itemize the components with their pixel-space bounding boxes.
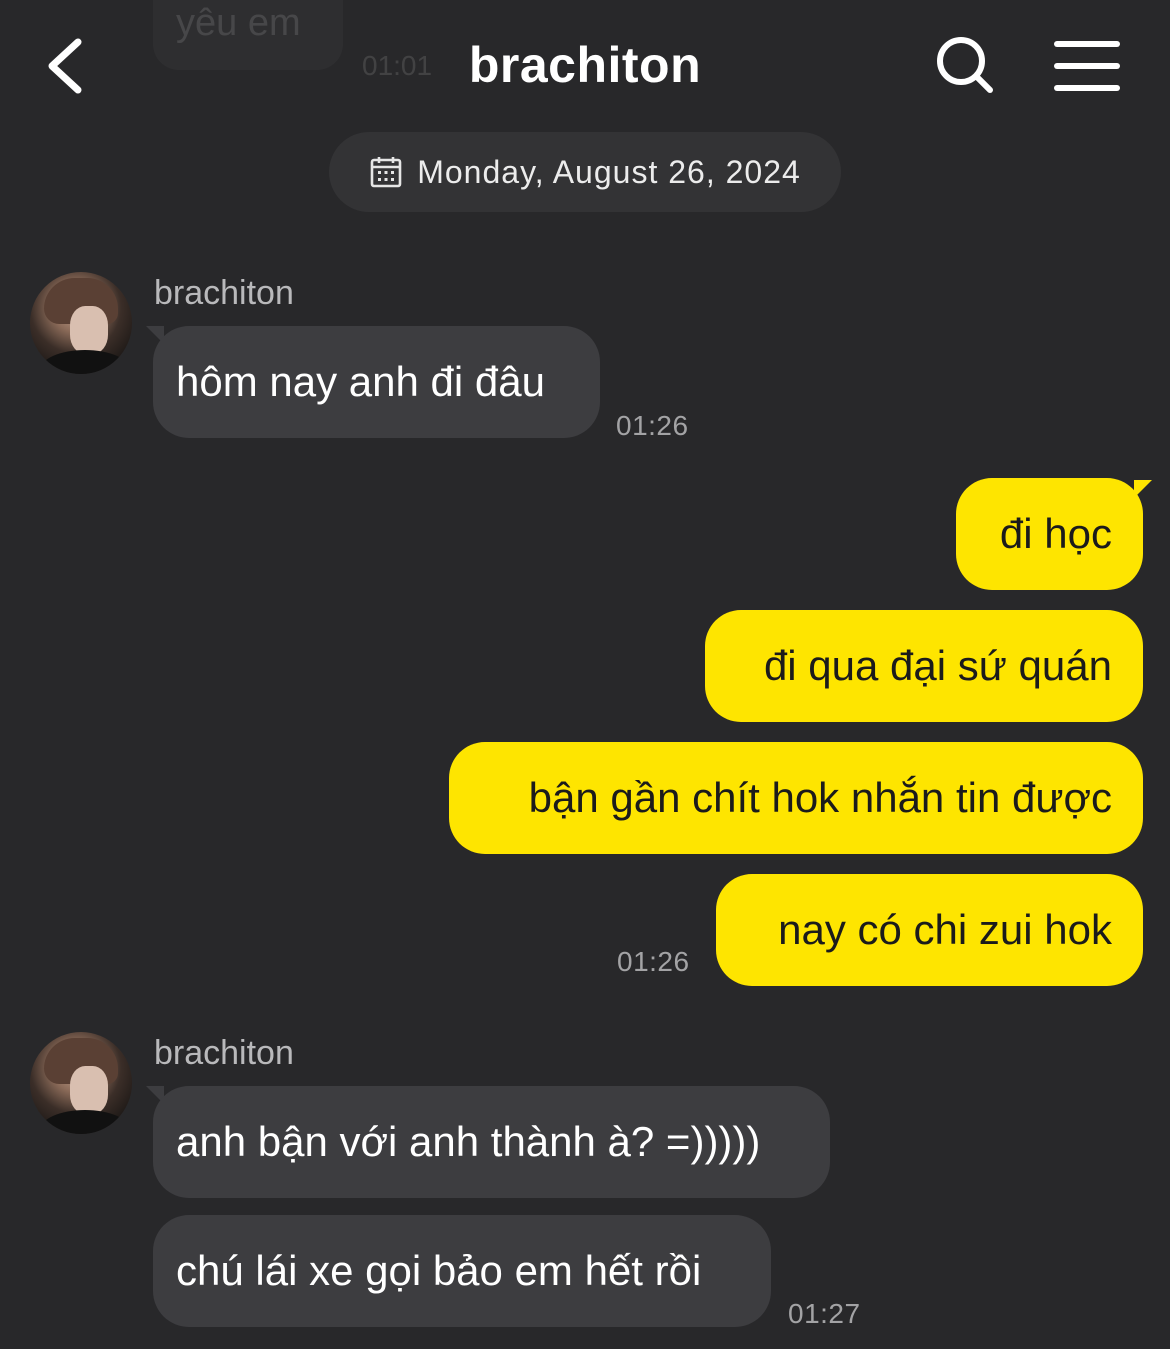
- message-time: 01:26: [616, 410, 689, 441]
- incoming-message-bubble[interactable]: hôm nay anh đi đâu: [153, 326, 600, 438]
- outgoing-message-bubble[interactable]: bận gần chít hok nhắn tin được: [449, 742, 1143, 854]
- outgoing-message-bubble[interactable]: đi qua đại sứ quán: [705, 610, 1143, 722]
- hamburger-menu-icon: [1054, 41, 1120, 91]
- outgoing-message-bubble[interactable]: đi học: [956, 478, 1143, 590]
- search-icon: [937, 37, 993, 93]
- date-divider: Monday, August 26, 2024: [329, 132, 841, 212]
- message-time: 01:27: [788, 1298, 861, 1329]
- message-text: hôm nay anh đi đâu: [176, 358, 545, 405]
- chevron-left-icon: [48, 38, 82, 94]
- menu-button[interactable]: [1050, 34, 1124, 98]
- incoming-message-bubble[interactable]: anh bận với anh thành à? =))))): [153, 1086, 830, 1198]
- avatar[interactable]: [30, 272, 132, 374]
- avatar[interactable]: [30, 1032, 132, 1134]
- message-text: chú lái xe gọi bảo em hết rồi: [176, 1247, 702, 1294]
- sender-name: brachiton: [154, 1034, 294, 1072]
- incoming-message-bubble[interactable]: chú lái xe gọi bảo em hết rồi: [153, 1215, 771, 1327]
- sender-name: brachiton: [154, 274, 294, 312]
- chat-header: brachiton: [0, 0, 1170, 130]
- message-text: bận gần chít hok nhắn tin được: [528, 774, 1112, 821]
- message-text: đi qua đại sứ quán: [763, 642, 1112, 689]
- outgoing-message-bubble[interactable]: nay có chi zui hok: [716, 874, 1143, 986]
- message-text: nay có chi zui hok: [778, 906, 1112, 953]
- message-time: 01:26: [617, 946, 690, 977]
- search-button[interactable]: [930, 30, 1002, 102]
- message-text: đi học: [999, 510, 1112, 557]
- date-text: Monday, August 26, 2024: [417, 153, 801, 190]
- message-text: anh bận với anh thành à? =))))): [176, 1118, 761, 1165]
- back-button[interactable]: [34, 32, 98, 100]
- chat-title: brachiton: [468, 37, 702, 93]
- calendar-icon: [370, 157, 402, 188]
